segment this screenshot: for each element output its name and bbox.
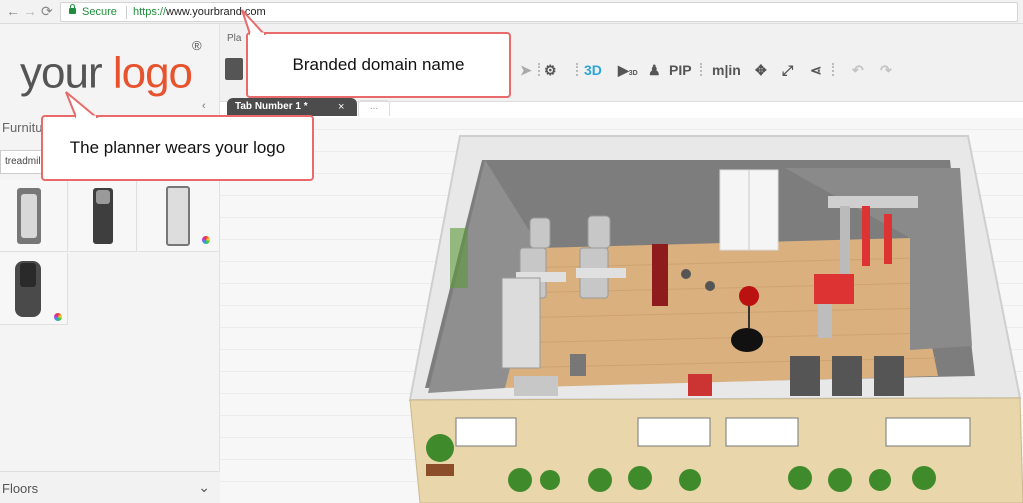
pip-button[interactable]: PIP <box>669 58 692 82</box>
red-seat <box>814 274 854 304</box>
app-root: ← → ⟳ Secure https://www.yourbrand.com y… <box>0 0 1023 503</box>
save-icon[interactable] <box>225 58 243 80</box>
lock-icon <box>69 4 76 14</box>
back-icon[interactable]: ← <box>6 3 20 19</box>
furniture-item[interactable] <box>138 180 220 252</box>
3d-canvas[interactable] <box>220 118 1023 503</box>
forward-icon[interactable]: → <box>23 3 37 19</box>
play-3d-sub: 3D <box>628 70 638 77</box>
address-divider <box>126 6 127 19</box>
logo-part-logo: logo <box>112 48 193 98</box>
callout-branded-domain: Branded domain name <box>246 32 511 98</box>
tab-add-more[interactable]: ... <box>358 100 390 116</box>
secure-label: Secure <box>82 6 117 18</box>
callout-domain-pointer <box>241 9 267 36</box>
walk-3d-icon[interactable]: ♟ <box>648 58 661 82</box>
tab-close-icon[interactable]: × <box>338 98 344 116</box>
furniture-results-grid <box>0 180 220 330</box>
settings-icon[interactable]: ⚙ <box>544 58 557 82</box>
play-3d-button[interactable]: ▶3D <box>618 58 638 82</box>
undo-icon[interactable]: ↶ <box>852 58 864 82</box>
brand-logo: your logo® <box>20 38 202 100</box>
furniture-item[interactable] <box>0 180 68 252</box>
gym-3d-scene <box>408 135 1023 503</box>
bike <box>570 354 586 376</box>
treadmills <box>790 356 904 396</box>
reload-icon[interactable]: ⟳ <box>41 3 53 19</box>
url-protocol: https:// <box>133 6 167 18</box>
cable-machine-left <box>501 277 541 369</box>
chevron-down-icon[interactable]: ⌄ <box>198 479 210 496</box>
left-panel: your logo® Furnitu treadmil Floors ⌄ <box>0 24 220 503</box>
address-bar[interactable]: Secure https://www.yourbrand.com <box>60 2 1018 22</box>
callout-logo-pointer <box>65 91 99 119</box>
punching-bag <box>739 286 759 306</box>
logo-registered-mark: ® <box>192 38 202 53</box>
furniture-item[interactable] <box>69 180 137 252</box>
units-toggle-button[interactable]: m|in <box>712 58 741 82</box>
pointer-icon[interactable]: ➤ <box>520 58 532 82</box>
furniture-item[interactable] <box>0 253 68 325</box>
share-icon[interactable]: ⋖ <box>810 58 822 82</box>
color-variant-icon[interactable] <box>202 236 210 244</box>
redo-icon[interactable]: ↷ <box>880 58 892 82</box>
view-3d-button[interactable]: 3D <box>584 58 602 82</box>
red-bench <box>652 244 668 306</box>
floors-label: Floors <box>2 481 39 496</box>
floors-section[interactable]: Floors ⌄ <box>0 471 220 503</box>
fullscreen-icon[interactable]: ⤢ <box>782 58 793 82</box>
move-icon[interactable]: ✥ <box>755 58 767 82</box>
furniture-search-input[interactable]: treadmil <box>0 150 46 174</box>
callout-planner-logo: The planner wears your logo <box>41 115 314 181</box>
browser-chrome: ← → ⟳ Secure https://www.yourbrand.com <box>0 0 1023 24</box>
color-variant-icon[interactable] <box>54 313 62 321</box>
tab-scroll-left-icon[interactable]: ‹ <box>202 100 206 112</box>
